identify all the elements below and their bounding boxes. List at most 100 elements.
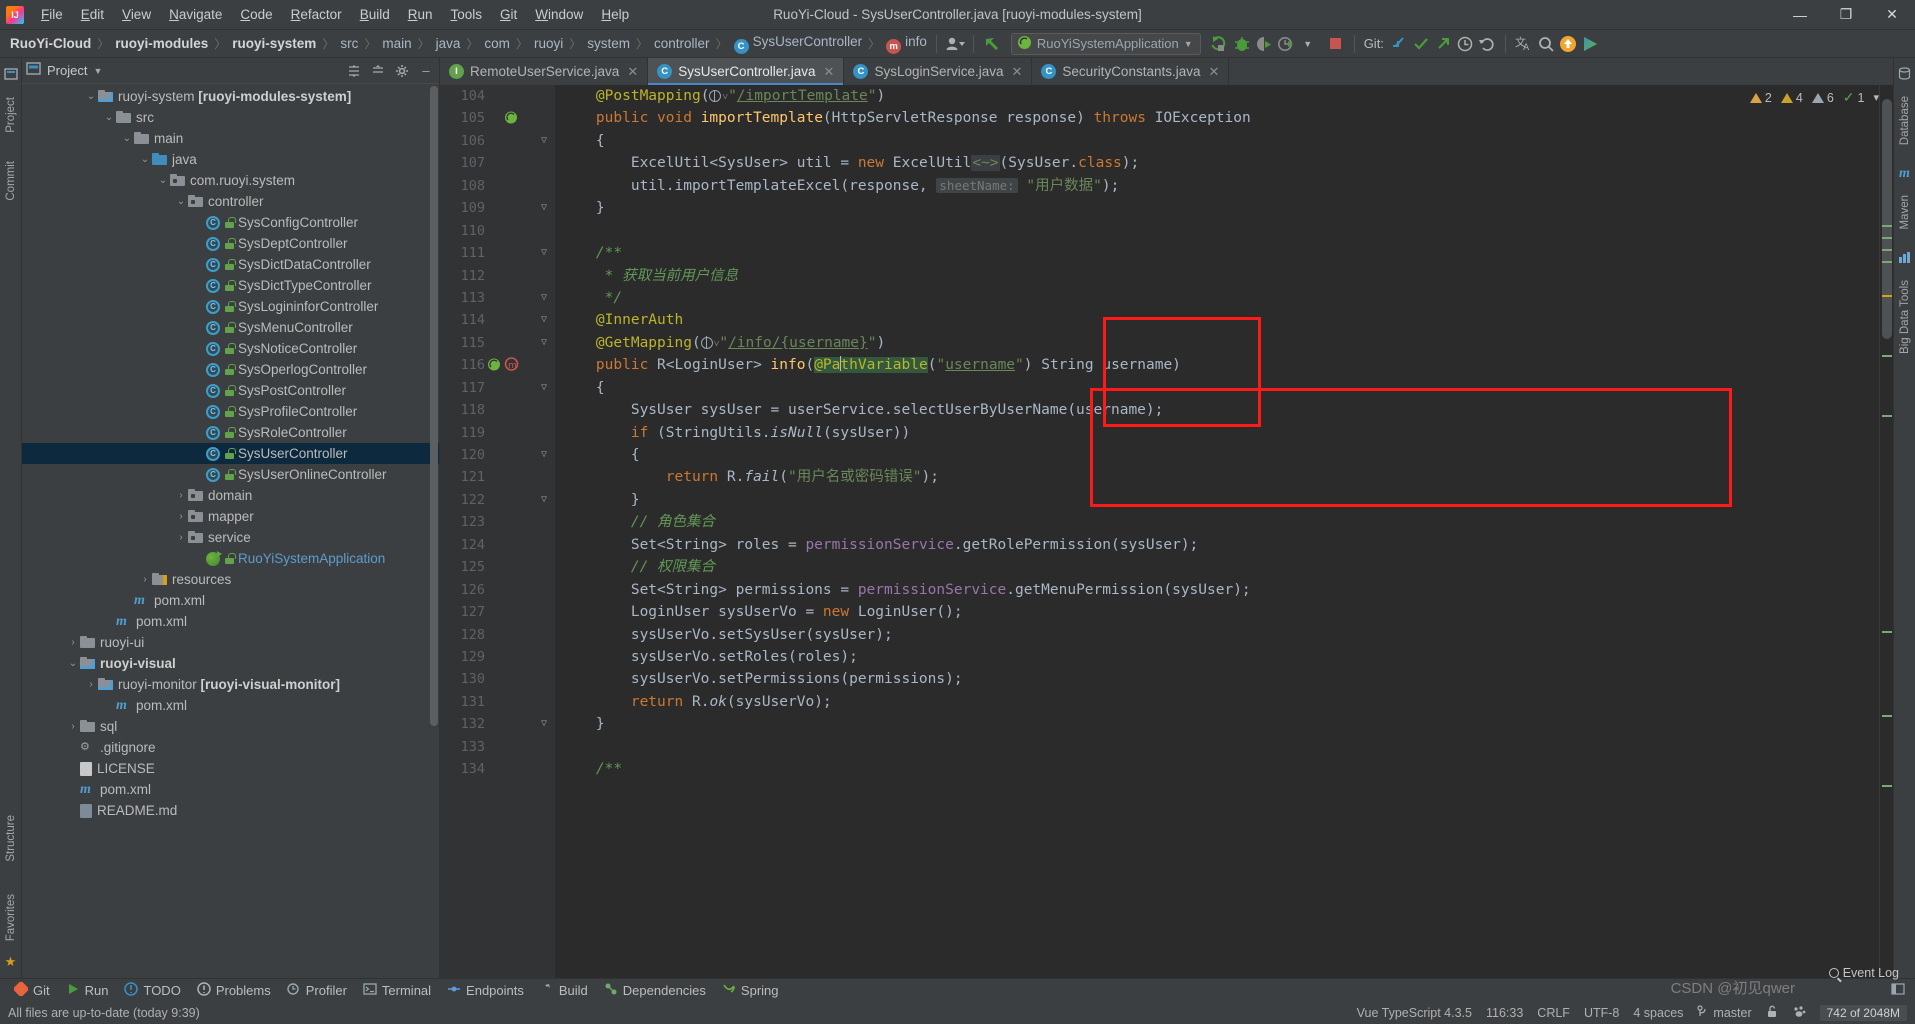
menu-item-code[interactable]: Code: [231, 3, 281, 26]
memory-indicator[interactable]: 742 of 2048M: [1819, 1005, 1907, 1021]
gutter-line-105[interactable]: 105: [440, 107, 555, 129]
sidebar-item-project[interactable]: Project: [3, 91, 19, 139]
menu-item-edit[interactable]: Edit: [72, 3, 113, 26]
big-data-tools-icon[interactable]: [1898, 248, 1911, 270]
gutter-line-120[interactable]: 120 ▽: [440, 444, 555, 466]
event-log-button[interactable]: Event Log: [1828, 966, 1899, 980]
chevron-down-icon[interactable]: ⌄: [156, 175, 170, 186]
code-fold-icon[interactable]: ▽: [539, 315, 549, 325]
spring-bean-gutter-icon[interactable]: [504, 110, 519, 125]
status-encoding[interactable]: UTF-8: [1584, 1006, 1619, 1020]
sidebar-item-big-data-tools[interactable]: Big Data Tools: [1897, 274, 1913, 360]
chevron-down-icon[interactable]: ▾: [1873, 91, 1879, 104]
tree-row[interactable]: C SysRoleController: [22, 422, 439, 443]
tree-row[interactable]: LICENSE: [22, 758, 439, 779]
read-only-lock-icon[interactable]: [1766, 1005, 1778, 1021]
git-push-icon[interactable]: [1432, 33, 1454, 55]
run-icon[interactable]: [1209, 33, 1231, 55]
code-line-130[interactable]: sysUserVo.setPermissions(permissions);: [555, 668, 1879, 690]
chevron-right-icon[interactable]: ›: [174, 532, 188, 543]
gutter-line-117[interactable]: 117 ▽: [440, 377, 555, 399]
tree-row[interactable]: › sql: [22, 716, 439, 737]
tree-row[interactable]: m pom.xml: [22, 590, 439, 611]
tree-row[interactable]: m pom.xml: [22, 611, 439, 632]
breadcrumb-item-ruoyi-modules[interactable]: ruoyi-modules: [113, 36, 210, 51]
code-line-104[interactable]: @PostMapping(˅"/importTemplate"): [555, 85, 1879, 107]
code-line-124[interactable]: Set<String> roles = permissionService.ge…: [555, 534, 1879, 556]
menu-item-refactor[interactable]: Refactor: [282, 3, 351, 26]
tree-row[interactable]: › ruoyi-monitor [ruoyi-visual-monitor]: [22, 674, 439, 695]
gutter-line-119[interactable]: 119: [440, 422, 555, 444]
tree-row[interactable]: C SysProfileController: [22, 401, 439, 422]
gutter-line-128[interactable]: 128: [440, 624, 555, 646]
gutter-line-111[interactable]: 111 ▽: [440, 242, 555, 264]
menu-item-git[interactable]: Git: [491, 3, 526, 26]
sidebar-item-maven[interactable]: Maven: [1897, 189, 1913, 236]
breadcrumb-item-system[interactable]: system: [585, 36, 632, 51]
debug-icon[interactable]: [1231, 33, 1253, 55]
git-update-icon[interactable]: [1388, 33, 1410, 55]
tree-row[interactable]: › mapper: [22, 506, 439, 527]
code-line-122[interactable]: }: [555, 489, 1879, 511]
gutter-line-109[interactable]: 109 ▽: [440, 197, 555, 219]
gutter-line-122[interactable]: 122 ▽: [440, 489, 555, 511]
tool-window-problems[interactable]: Problems: [189, 980, 279, 1001]
gutter-line-121[interactable]: 121: [440, 466, 555, 488]
tree-row[interactable]: ⌄ ruoyi-visual: [22, 653, 439, 674]
menu-item-build[interactable]: Build: [351, 3, 399, 26]
tree-row[interactable]: README.md: [22, 800, 439, 821]
gutter-line-131[interactable]: 131: [440, 691, 555, 713]
profiler-icon[interactable]: [1275, 33, 1297, 55]
code-line-106[interactable]: {: [555, 130, 1879, 152]
breadcrumb-item-main[interactable]: main: [380, 36, 413, 51]
editor-marker-bar[interactable]: [1879, 85, 1893, 978]
code-line-113[interactable]: */: [555, 287, 1879, 309]
editor-tab-remoteuserservice[interactable]: I RemoteUserService.java ✕: [440, 58, 649, 85]
menu-item-run[interactable]: Run: [399, 3, 442, 26]
code-fold-icon[interactable]: ▽: [539, 135, 549, 146]
tree-row[interactable]: › ruoyi-ui: [22, 632, 439, 653]
tree-row[interactable]: C SysMenuController: [22, 317, 439, 338]
tool-window-dependencies[interactable]: Dependencies: [596, 980, 714, 1001]
gutter-line-132[interactable]: 132 ▽: [440, 713, 555, 735]
code-line-128[interactable]: sysUserVo.setSysUser(sysUser);: [555, 624, 1879, 646]
tree-row[interactable]: ⌄ main: [22, 128, 439, 149]
code-fold-icon[interactable]: ▽: [539, 719, 549, 729]
breadcrumb-item-ruoyi-cloud[interactable]: RuoYi-Cloud: [8, 36, 93, 51]
sidebar-item-database[interactable]: Database: [1897, 90, 1913, 151]
breadcrumb-item-controller[interactable]: controller: [652, 36, 712, 51]
close-icon[interactable]: ✕: [824, 64, 835, 80]
code-line-110[interactable]: [555, 220, 1879, 242]
tree-row[interactable]: C SysDeptController: [22, 233, 439, 254]
git-commit-icon[interactable]: [1410, 33, 1432, 55]
close-button[interactable]: ✕: [1869, 0, 1915, 30]
breadcrumb-item-ruoyi[interactable]: ruoyi: [532, 36, 565, 51]
gutter-line-112[interactable]: 112: [440, 265, 555, 287]
menu-item-file[interactable]: File: [32, 3, 72, 26]
menu-item-help[interactable]: Help: [592, 3, 638, 26]
gutter-line-134[interactable]: 134: [440, 758, 555, 780]
chevron-down-icon[interactable]: ▼: [1184, 39, 1193, 49]
close-icon[interactable]: ✕: [1209, 64, 1220, 80]
editor-tab-securityconstants[interactable]: C SecurityConstants.java ✕: [1032, 58, 1230, 85]
tool-window-git[interactable]: Git: [6, 980, 58, 1001]
project-tree-scrollbar[interactable]: [430, 86, 438, 726]
code-line-112[interactable]: * 获取当前用户信息: [555, 265, 1879, 287]
play-icon[interactable]: [1579, 33, 1601, 55]
chevron-down-icon[interactable]: ⌄: [102, 112, 116, 123]
code-line-134[interactable]: /**: [555, 758, 1879, 780]
code-fold-icon[interactable]: ▽: [539, 203, 549, 213]
chevron-right-icon[interactable]: ›: [66, 637, 80, 648]
code-line-105[interactable]: public void importTemplate(HttpServletRe…: [555, 107, 1879, 129]
tree-row[interactable]: ⌄ java: [22, 149, 439, 170]
close-icon[interactable]: ✕: [1012, 64, 1023, 80]
tree-row[interactable]: ⌄ controller: [22, 191, 439, 212]
code-line-108[interactable]: util.importTemplateExcel(response, sheet…: [555, 175, 1879, 197]
gutter-line-124[interactable]: 124: [440, 534, 555, 556]
menu-item-navigate[interactable]: Navigate: [160, 3, 231, 26]
code-fold-icon[interactable]: ▽: [539, 450, 549, 460]
project-tree[interactable]: ⌄ ruoyi-system [ruoyi-modules-system] ⌄ src…: [22, 84, 439, 978]
tool-window-spring[interactable]: Spring: [714, 980, 787, 1001]
tree-row[interactable]: C SysUserController: [22, 443, 439, 464]
project-tool-window-icon[interactable]: [3, 64, 18, 87]
